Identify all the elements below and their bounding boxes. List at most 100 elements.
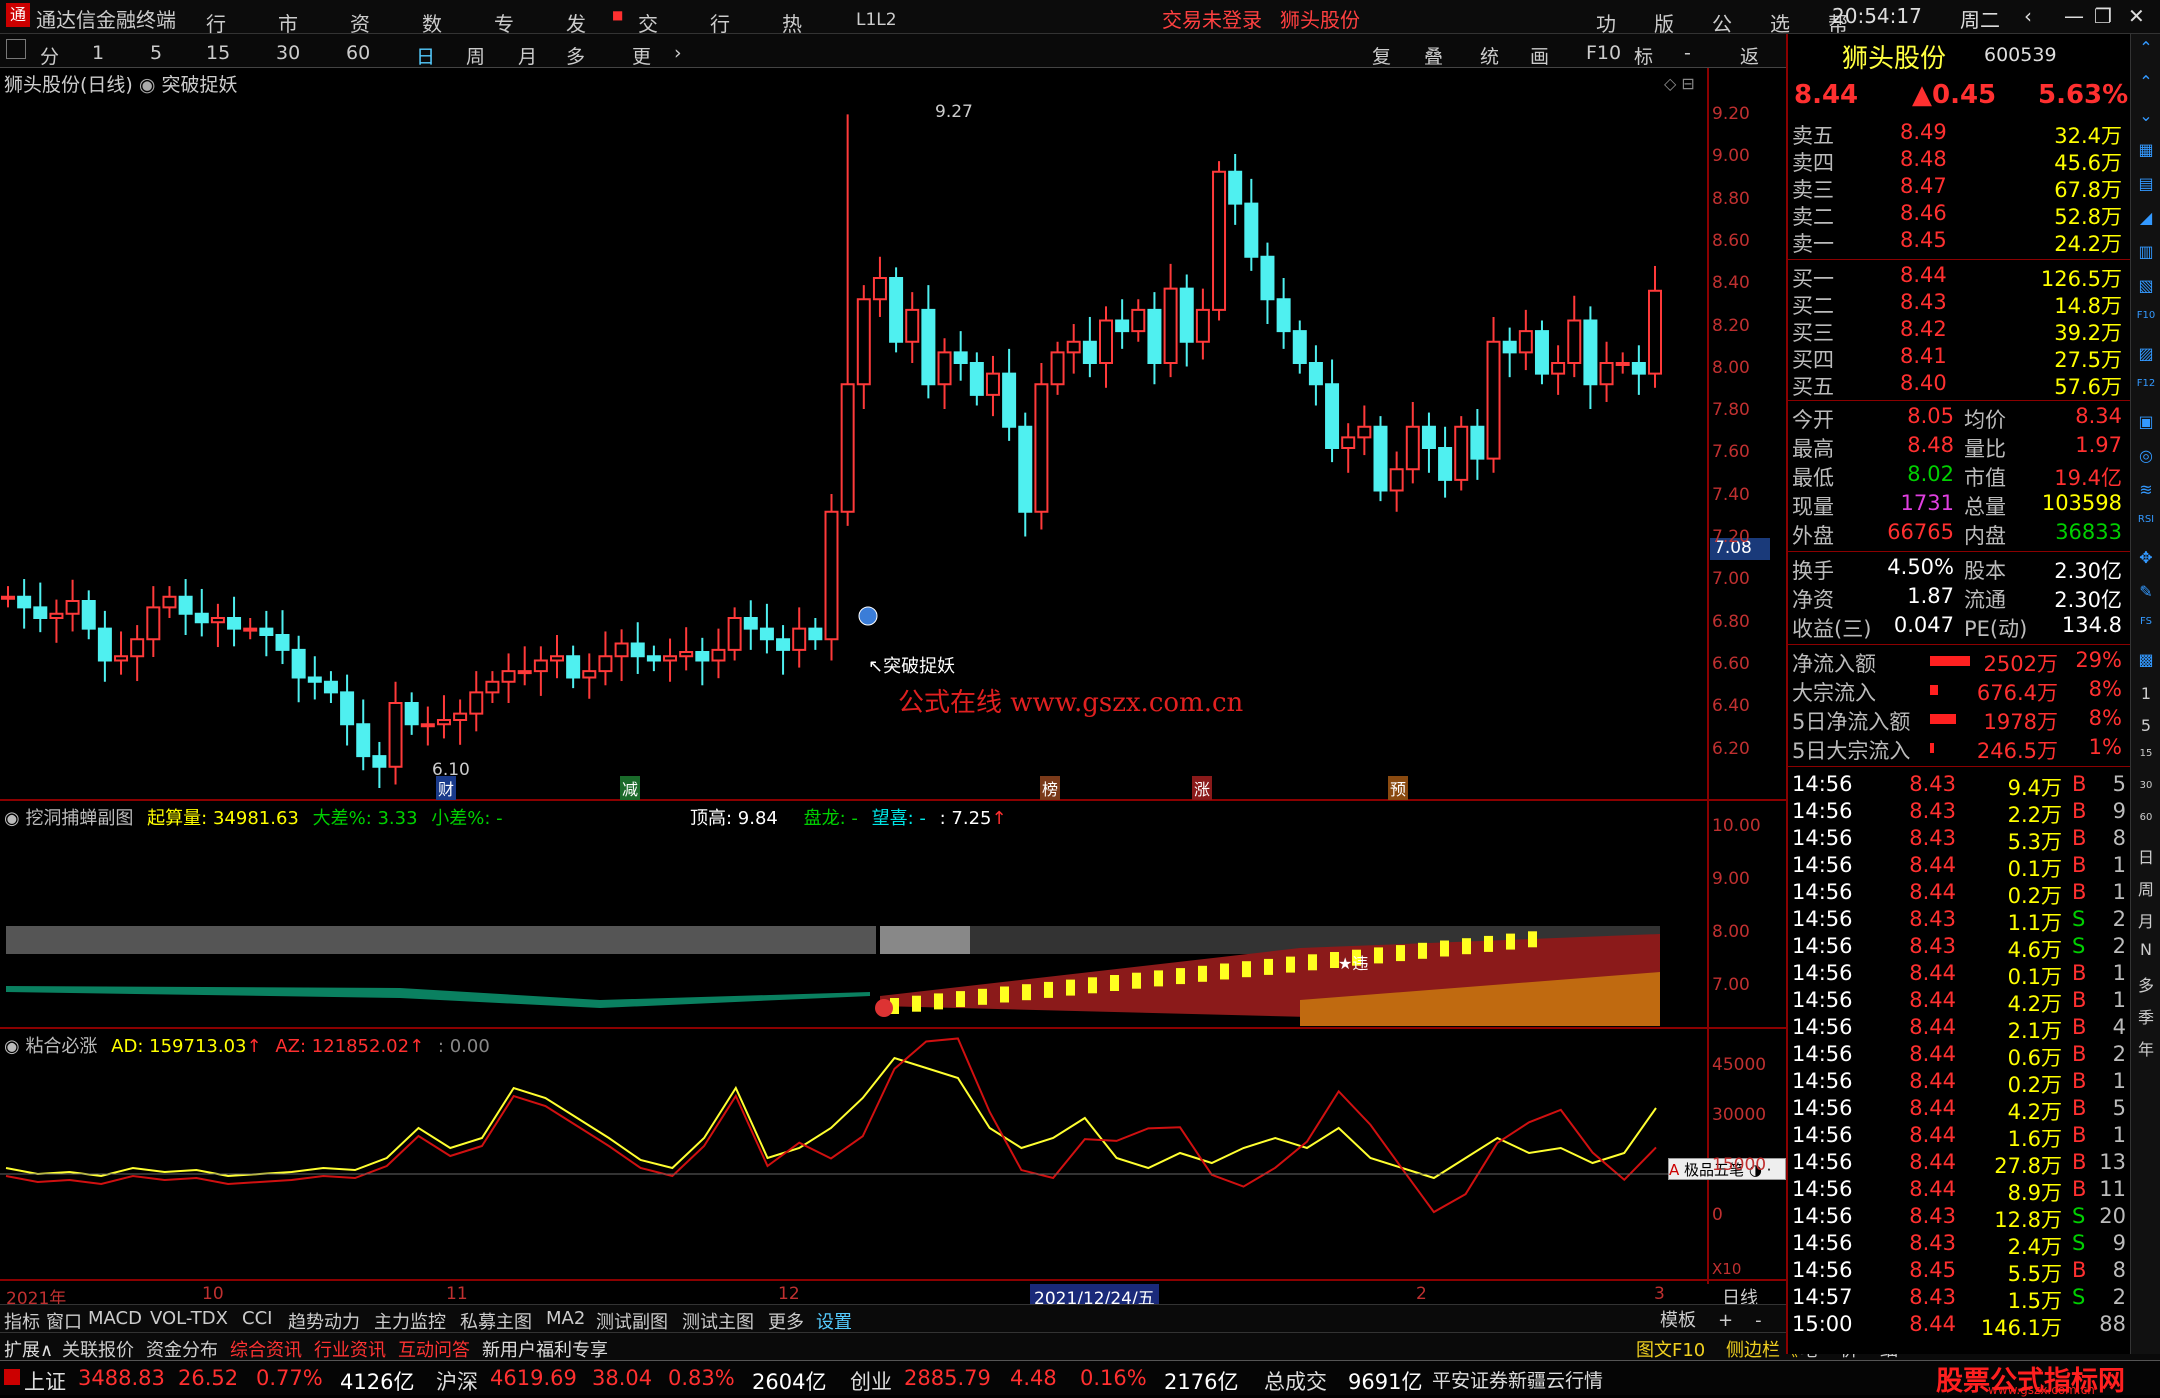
- candle-body: [1179, 287, 1194, 343]
- side-icon-3[interactable]: ▦: [2135, 140, 2157, 159]
- main-axis-tick-7: 7.80: [1712, 400, 1750, 421]
- side-tab-0[interactable]: 图文F10: [1636, 1336, 1705, 1362]
- ext-tab-6[interactable]: 新用户福利专享: [482, 1336, 608, 1362]
- stat-label: 内盘: [1964, 524, 2006, 548]
- event-marker-0[interactable]: 财: [436, 776, 457, 800]
- indicator-tab-1[interactable]: 窗口: [46, 1308, 82, 1334]
- indicator-tab-6[interactable]: 主力监控: [374, 1308, 446, 1334]
- indicator-tab-10[interactable]: 测试主图: [682, 1308, 754, 1334]
- tick-volume: 2.2万: [2007, 803, 2062, 827]
- side-icon-5[interactable]: ◢: [2135, 208, 2157, 227]
- side-icon-23[interactable]: 60: [2135, 812, 2157, 823]
- side-icon-19[interactable]: 1: [2135, 684, 2157, 703]
- side-icon-28[interactable]: 多: [2135, 972, 2157, 996]
- side-icon-4[interactable]: ▤: [2135, 174, 2157, 193]
- side-icon-22[interactable]: 30: [2135, 780, 2157, 791]
- side-icon-7[interactable]: ▧: [2135, 276, 2157, 295]
- indicator-tab-2[interactable]: MACD: [88, 1308, 142, 1329]
- candle-body: [162, 595, 177, 609]
- indicator-tab-11[interactable]: 更多: [768, 1308, 804, 1334]
- ext-tab-0[interactable]: 扩展∧: [4, 1336, 53, 1362]
- indicator-tab-12[interactable]: 设置: [816, 1308, 852, 1334]
- panel-toggle-icon[interactable]: [6, 39, 26, 59]
- tick-count: 11: [2099, 1177, 2126, 1201]
- candle-body: [420, 723, 435, 728]
- template-btn-1[interactable]: +: [1718, 1310, 1733, 1331]
- chart-options-icon[interactable]: ◇ ⊟: [1664, 74, 1695, 93]
- indicator-tab-4[interactable]: CCI: [242, 1308, 272, 1329]
- template-btn-0[interactable]: 模板: [1660, 1310, 1696, 1331]
- side-icon-6[interactable]: ▥: [2135, 242, 2157, 261]
- event-marker-4[interactable]: 预: [1388, 776, 1409, 800]
- side-icon-20[interactable]: 5: [2135, 716, 2157, 735]
- template-btn-2[interactable]: -: [1755, 1310, 1762, 1331]
- side-icon-1[interactable]: ⌃: [2135, 72, 2157, 91]
- side-icon-18[interactable]: ▩: [2135, 650, 2157, 669]
- candle-body: [97, 627, 112, 662]
- side-icon-10[interactable]: F12: [2135, 378, 2157, 389]
- idx2-name[interactable]: 沪深: [436, 1366, 478, 1396]
- side-icon-26[interactable]: 月: [2135, 908, 2157, 932]
- candle-body: [824, 510, 839, 641]
- sub1-f6: 望喜: -: [871, 808, 926, 829]
- candle-body: [905, 308, 920, 343]
- indicator-tab-8[interactable]: MA2: [546, 1308, 585, 1329]
- indicator-tab-5[interactable]: 趋势动力: [288, 1308, 360, 1334]
- l1l2-toggle[interactable]: L1L2: [856, 10, 897, 30]
- side-icon-25[interactable]: 周: [2135, 876, 2157, 900]
- event-marker-1[interactable]: 减: [620, 776, 641, 800]
- stat2-value: 134.8: [2061, 613, 2122, 637]
- side-icon-15[interactable]: ✥: [2135, 548, 2157, 567]
- tick-price: 8.44: [1909, 1042, 1956, 1066]
- candle-body: [695, 651, 710, 662]
- side-icon-21[interactable]: 15: [2135, 748, 2157, 759]
- minimize-icon[interactable]: ‹: [2024, 4, 2032, 28]
- close-window-icon[interactable]: ✕: [2128, 4, 2145, 28]
- ask-price: 8.46: [1900, 201, 1947, 225]
- side-icon-9[interactable]: ▨: [2135, 344, 2157, 363]
- indicator-tab-7[interactable]: 私募主图: [460, 1308, 532, 1334]
- tick-count: 2: [2112, 907, 2126, 931]
- tick-price: 8.43: [1909, 799, 1956, 823]
- side-icon-17[interactable]: FS: [2135, 616, 2157, 627]
- side-icon-13[interactable]: ≋: [2135, 480, 2157, 499]
- candle-body: [1502, 340, 1517, 354]
- trade-status[interactable]: 交易未登录: [1162, 4, 1262, 33]
- toolbar-btn-4[interactable]: F10: [1586, 42, 1621, 64]
- bid-price: 8.44: [1900, 263, 1947, 287]
- tick-price: 8.44: [1909, 1312, 1956, 1336]
- event-marker-2[interactable]: 榜: [1040, 776, 1061, 800]
- side-icon-30[interactable]: 年: [2135, 1036, 2157, 1060]
- side-icon-16[interactable]: ✎: [2135, 582, 2157, 601]
- ask-label: 卖二: [1792, 205, 1834, 229]
- side-icon-8[interactable]: F10: [2135, 310, 2157, 321]
- idx3-name[interactable]: 创业: [850, 1366, 892, 1396]
- minimize-window-icon[interactable]: —: [2064, 4, 2084, 28]
- more-chevron-icon[interactable]: ›: [674, 42, 682, 64]
- main-chart-title: 狮头股份(日线) ◉ 突破捉妖: [4, 70, 238, 97]
- sub1-name[interactable]: ◉ 挖洞捕蝉副图: [4, 808, 133, 829]
- side-icon-29[interactable]: 季: [2135, 1004, 2157, 1028]
- candle-body: [178, 595, 193, 615]
- side-icon-27[interactable]: N: [2135, 940, 2157, 959]
- ext-tab-1[interactable]: 关联报价: [62, 1336, 134, 1362]
- sub2-name[interactable]: ◉ 粘合必涨: [4, 1036, 97, 1057]
- ext-tab-4[interactable]: 行业资讯: [314, 1336, 386, 1362]
- stock-label[interactable]: 狮头股份: [1280, 4, 1360, 33]
- ext-tab-5[interactable]: 互动问答: [398, 1336, 470, 1362]
- idx1-name[interactable]: 上证: [24, 1366, 66, 1396]
- ext-tab-3[interactable]: 综合资讯: [230, 1336, 302, 1362]
- ext-tab-2[interactable]: 资金分布: [146, 1336, 218, 1362]
- indicator-tab-9[interactable]: 测试副图: [596, 1308, 668, 1334]
- clock: 20:54:17: [1832, 4, 1922, 28]
- side-icon-12[interactable]: ◎: [2135, 446, 2157, 465]
- side-icon-11[interactable]: ▣: [2135, 412, 2157, 431]
- indicator-tab-3[interactable]: VOL-TDX: [150, 1308, 228, 1329]
- event-marker-3[interactable]: 涨: [1192, 776, 1213, 800]
- side-icon-2[interactable]: ⌄: [2135, 106, 2157, 125]
- indicator-tab-0[interactable]: 指标: [4, 1308, 40, 1334]
- restore-window-icon[interactable]: ❐: [2094, 4, 2112, 28]
- side-icon-24[interactable]: 日: [2135, 844, 2157, 868]
- side-icon-14[interactable]: RSI: [2135, 514, 2157, 525]
- side-icon-0[interactable]: ⌃: [2135, 38, 2157, 57]
